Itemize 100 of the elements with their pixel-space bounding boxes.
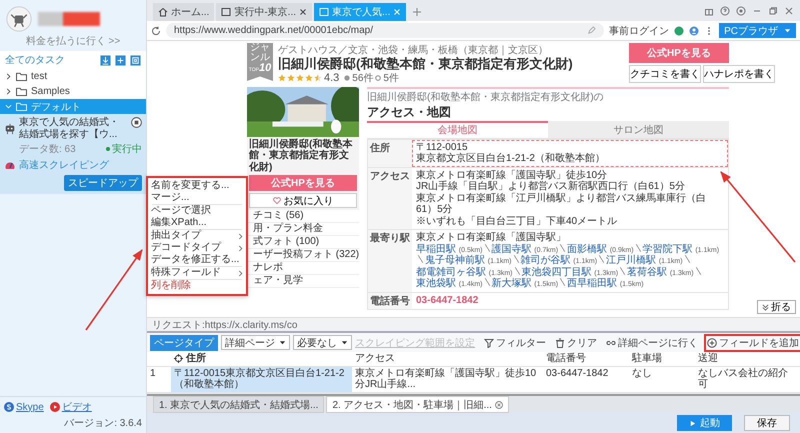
import-icon[interactable] [130, 54, 141, 66]
avatar-icon [6, 6, 32, 32]
folder-item[interactable]: Samples [0, 84, 146, 99]
report-icon [375, 74, 382, 81]
close-icon[interactable] [784, 6, 794, 16]
caret-down-icon[interactable] [5, 103, 12, 110]
close-icon[interactable] [494, 400, 503, 408]
folder-icon [16, 102, 27, 111]
status-dot-icon[interactable] [674, 26, 684, 36]
column-header[interactable]: 送迎 [695, 352, 800, 366]
caret-down-icon [784, 27, 791, 34]
map-tab[interactable]: サロン地図 [548, 120, 729, 138]
browser-tab[interactable]: ホーム... [153, 3, 214, 21]
speed-up-button[interactable]: スピードアップ [64, 175, 142, 191]
robot-icon [4, 122, 16, 134]
data-count: データ数: 63 [18, 143, 76, 156]
folder-icon [16, 87, 27, 96]
close-icon[interactable] [299, 8, 308, 16]
add-field-button[interactable]: フィールドを追加 [704, 334, 800, 352]
user-icon[interactable] [689, 26, 700, 36]
menu-item[interactable]: 編集XPath... [148, 217, 246, 229]
venue-category: ゲストハウス／文京・池袋・練馬・板橋（東京都｜文京区） [278, 44, 549, 56]
download-icon[interactable] [100, 54, 111, 66]
menu-item[interactable]: 列を削除 [148, 280, 246, 292]
menu-item[interactable]: データを修正する... [148, 254, 246, 266]
url-field[interactable]: https://www.weddingpark.net/00001ebc/map/ [166, 23, 604, 38]
edit-icon[interactable] [587, 26, 596, 35]
folder-item[interactable]: test [0, 69, 146, 84]
clear-button[interactable]: クリア [552, 334, 600, 352]
add-icon[interactable] [115, 54, 126, 66]
play-icon [50, 402, 60, 412]
task-title: 東京で人気の結婚式・結婚式場を探す【ウ... [19, 117, 120, 140]
table-cell-text: なしバス会社の紹介可 [697, 366, 789, 392]
column-header[interactable]: 住所 [171, 352, 352, 366]
venue-title: 旧細川侯爵邸(和敬塾本館・東京都指定有形文化財) [278, 57, 574, 72]
venue-name: 旧細川侯爵邸(和敬塾本館・東京都指定有形文化財) [249, 138, 354, 174]
tree-title: 全てのタスク [5, 54, 66, 67]
column-header[interactable]: 駐車場 [629, 352, 695, 366]
plus-circle-icon [707, 338, 717, 348]
reload-icon[interactable] [151, 26, 161, 36]
mode-label: 高速スクレイピング [19, 158, 109, 172]
info-value: 〒112-0015 東京都文京区目白台1-21-2（和敬塾本館） [412, 140, 728, 167]
info-label: 最寄り駅 [368, 230, 412, 292]
collapse-button[interactable]: 折る [757, 300, 796, 314]
settings-icon[interactable] [736, 6, 746, 16]
report-count: 5件 [383, 72, 399, 85]
new-tab-icon[interactable] [412, 7, 422, 17]
page-icon [221, 7, 232, 17]
heart-icon [272, 197, 280, 204]
restore-icon[interactable] [768, 6, 778, 16]
menu-item[interactable]: 名前を変更する... [148, 180, 246, 192]
line-name: 東京メトロ有楽町線「護国寺駅」 [416, 232, 567, 244]
skype-link[interactable]: Skype [4, 402, 44, 412]
paging-select[interactable]: 必要なし [293, 335, 352, 350]
table-cell-text: なし [631, 366, 653, 380]
table-cell-text: 東京メトロ有楽町線「護国寺駅」徒歩10分JR山手線... [354, 366, 538, 392]
stop-icon[interactable] [131, 117, 142, 128]
page-type-select[interactable]: 詳細ページ [221, 335, 290, 350]
go-to-detail-button[interactable]: 詳細ページに行く [603, 334, 701, 352]
menu-item[interactable]: マージ... [148, 192, 246, 204]
skype-icon [4, 402, 14, 412]
favorite-button[interactable]: お気に入り [249, 193, 357, 208]
info-label: 住所 [368, 140, 412, 167]
login-link[interactable]: 事前ログイン [609, 24, 670, 38]
row-number: 1 [149, 366, 157, 380]
menu-item[interactable]: ページで選択 [148, 205, 246, 217]
column-header[interactable]: アクセス [352, 352, 543, 366]
filter-icon [484, 338, 494, 348]
caret-right-icon[interactable] [5, 88, 12, 95]
browser-tab[interactable]: 実行中-東京... [216, 3, 312, 21]
write-button[interactable]: クチコミを書く [629, 65, 701, 83]
phone-number: 03-6447-1842 [416, 294, 478, 306]
menu-item[interactable]: 特殊フィールド [148, 267, 246, 279]
write-button[interactable]: ハナレポを書く [703, 65, 775, 83]
double-chevron-icon [762, 304, 769, 310]
caret-down-icon [341, 339, 348, 346]
menu-item[interactable]: 抽出タイプ [148, 230, 246, 242]
filter-button[interactable]: フィルター [481, 334, 549, 352]
section-heading: アクセス・地図 [367, 104, 452, 121]
folder-icon [16, 72, 27, 81]
caret-down-icon [279, 339, 286, 346]
save-button[interactable]: 保存 [744, 415, 790, 431]
video-link[interactable]: ビデオ [50, 400, 92, 414]
version-label: バージョン: 3.6.4 [64, 417, 142, 430]
request-url: リクエスト:https://x.clarity.ms/co [152, 318, 298, 332]
task-card[interactable]: 東京で人気の結婚式・結婚式場を探す【ウ... データ数: 63 実行中 高速スクレイピング スピードアップ [0, 114, 146, 194]
info-label: アクセス [368, 168, 412, 230]
help-icon[interactable] [720, 6, 730, 16]
info-label: 電話番号 [368, 292, 412, 309]
caret-right-icon[interactable] [5, 73, 12, 80]
page-icon [319, 7, 330, 17]
trash-icon [555, 338, 565, 348]
page-type-label: ページタイプ [150, 334, 218, 350]
run-tab[interactable]: 2. アクセス・地図・駐車場｜旧細... [326, 396, 509, 413]
run-tab[interactable]: 1. 東京で人気の結婚式・結婚式場... [153, 396, 324, 413]
column-header[interactable]: 電話番号 [543, 352, 629, 366]
table-cell-text: 03-6447-1842 [545, 366, 610, 380]
home-icon [158, 7, 168, 17]
chevron-right-icon [238, 270, 243, 276]
menu-item[interactable]: デコードタイプ [148, 242, 246, 254]
